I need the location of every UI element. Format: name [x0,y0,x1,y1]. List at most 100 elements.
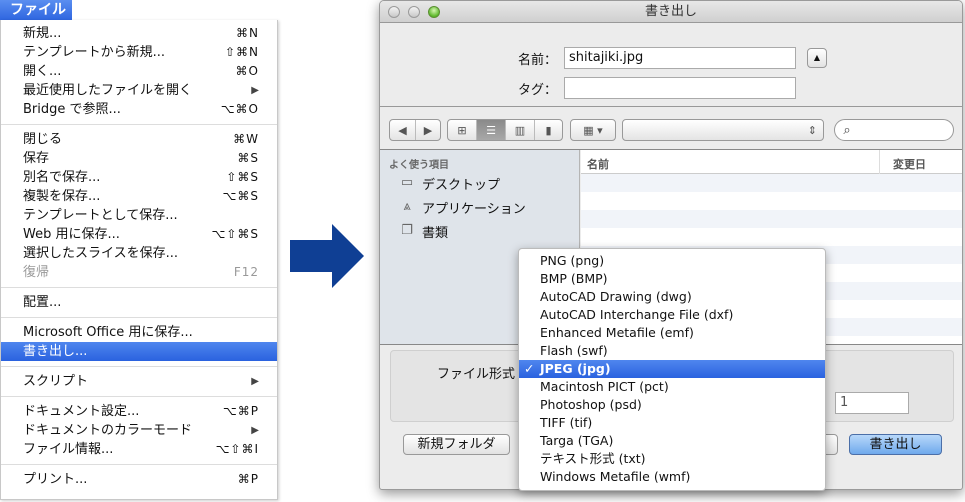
menu-item-label: Bridge で参照... [23,102,121,117]
menu-item[interactable]: テンプレートとして保存... [1,206,277,225]
menu-item[interactable]: ドキュメントのカラーモード ▶ [1,421,277,440]
documents-icon: ❐ [401,223,413,238]
table-row[interactable] [581,192,962,210]
menu-item-label: プリント... [23,472,88,487]
menu-item-shortcut: ⌥⇧⌘I [215,442,259,456]
export-button[interactable]: 書き出し [849,434,942,455]
format-option[interactable]: TIFF (tif) [519,414,825,432]
format-option[interactable]: Targa (TGA) [519,432,825,450]
table-row[interactable] [581,174,962,192]
menu-item[interactable]: スクリプト ▶ [1,372,277,391]
submenu-arrow-icon: ▶ [251,425,259,436]
page-input[interactable]: 1 [835,392,909,414]
icon-view-icon[interactable]: ⊞ [448,120,477,140]
menu-item[interactable]: ドキュメント設定... ⌥⌘P [1,402,277,421]
menu-item-label: ドキュメント設定... [23,404,140,419]
list-view-icon[interactable]: ☰ [477,120,506,140]
menu-separator [1,124,277,125]
menu-item-shortcut: ⌥⌘O [220,102,259,116]
menu-item[interactable]: プリント... ⌘P [1,470,277,489]
menu-item[interactable]: Microsoft Office 用に保存... [1,323,277,342]
arrange-button[interactable]: ▦ ▾ [570,119,616,141]
sidebar-item-documents[interactable]: ❐ 書類 [380,219,579,243]
menu-item-label: 保存 [23,151,50,166]
menu-separator [1,287,277,288]
menu-item[interactable]: Bridge で参照... ⌥⌘O [1,100,277,119]
format-option-label: Targa (TGA) [540,433,614,448]
menu-item[interactable]: 新規... ⌘N [1,24,277,43]
coverflow-view-icon[interactable]: ▮ [535,120,562,140]
format-label: ファイル形式 [437,367,516,382]
sidebar-item-label: デスクトップ [422,177,501,193]
table-row[interactable] [581,228,962,246]
location-popup[interactable]: ⇕ [622,119,824,141]
format-option[interactable]: Windows Metafile (wmf) [519,468,825,486]
format-option[interactable]: AutoCAD Interchange File (dxf) [519,306,825,324]
search-field[interactable]: ⌕ [834,119,954,141]
format-option[interactable]: Photoshop (psd) [519,396,825,414]
menu-item[interactable]: 別名で保存... ⇧⌘S [1,168,277,187]
format-option[interactable]: Flash (swf) [519,342,825,360]
close-button[interactable] [388,6,400,18]
expand-button[interactable]: ▲ [807,48,827,68]
sidebar-header: よく使う項目 [389,160,449,171]
menu-item[interactable]: 書き出し... [1,342,277,361]
menu-item-shortcut: ⇧⌘N [224,45,259,59]
menu-item[interactable]: 選択したスライスを保存... [1,244,277,263]
menu-item-label: 複製を保存... [23,189,101,204]
nav-buttons: ◀ ▶ [389,119,441,141]
menu-item-shortcut: ⌥⌘S [222,189,259,203]
format-option-label: PNG (png) [540,253,605,268]
file-menu-title[interactable]: ファイル [0,0,72,20]
column-modified[interactable]: 変更日 [893,156,926,172]
format-option-label: AutoCAD Drawing (dwg) [540,289,692,304]
column-view-icon[interactable]: ▥ [506,120,535,140]
sidebar-item-applications[interactable]: ⩓ アプリケーション [380,195,579,219]
format-option[interactable]: ✓ JPEG (jpg) [519,360,825,378]
format-option[interactable]: テキスト形式 (txt) [519,450,825,468]
menu-item: 復帰 F12 [1,263,277,282]
table-row[interactable] [581,210,962,228]
desktop-icon: ▭ [400,175,414,190]
minimize-button[interactable] [408,6,420,18]
column-name[interactable]: 名前 [587,156,609,172]
format-option[interactable]: AutoCAD Drawing (dwg) [519,288,825,306]
forward-button[interactable]: ▶ [416,120,440,140]
sidebar-item-desktop[interactable]: ▭ デスクトップ [380,171,579,195]
menu-item-shortcut: ⇧⌘S [226,170,259,184]
back-button[interactable]: ◀ [390,120,416,140]
menu-item[interactable]: 配置... [1,293,277,312]
format-option[interactable]: Macintosh PICT (pct) [519,378,825,396]
menu-item-shortcut: ⌘W [233,132,259,146]
zoom-button[interactable] [428,6,440,18]
menu-item[interactable]: 保存 ⌘S [1,149,277,168]
menu-item-label: テンプレートから新規... [23,45,166,60]
applications-icon: ⩓ [403,199,411,214]
menu-item[interactable]: 閉じる ⌘W [1,130,277,149]
new-folder-button[interactable]: 新規フォルダ [403,434,510,455]
menu-separator [1,464,277,465]
menu-item-label: 別名で保存... [23,170,101,185]
menu-item-label: Web 用に保存... [23,227,120,242]
menu-item[interactable]: 最近使用したファイルを開く ▶ [1,81,277,100]
format-option-label: TIFF (tif) [540,415,593,430]
menu-item-label: 復帰 [23,265,50,280]
menu-item-shortcut: F12 [233,265,259,279]
menu-item[interactable]: 複製を保存... ⌥⌘S [1,187,277,206]
menu-item-label: 配置... [23,295,62,310]
menu-item-label: 開く... [23,64,62,79]
menu-item[interactable]: Web 用に保存... ⌥⇧⌘S [1,225,277,244]
title-bar: 書き出し [380,1,962,23]
tag-input[interactable] [564,77,796,99]
submenu-arrow-icon: ▶ [251,85,259,96]
format-option[interactable]: Enhanced Metafile (emf) [519,324,825,342]
filename-input[interactable]: shitajiki.jpg [564,47,796,69]
menu-item[interactable]: 開く... ⌘O [1,62,277,81]
menu-item[interactable]: テンプレートから新規... ⇧⌘N [1,43,277,62]
format-option[interactable]: PNG (png) [519,252,825,270]
file-menu: 新規... ⌘N テンプレートから新規... ⇧⌘N 開く... ⌘O 最近使用したファイル… [0,20,278,500]
search-icon: ⌕ [843,122,851,138]
menu-item-shortcut: ⌥⇧⌘S [211,227,259,241]
menu-item[interactable]: ファイル情報... ⌥⇧⌘I [1,440,277,459]
format-option[interactable]: BMP (BMP) [519,270,825,288]
